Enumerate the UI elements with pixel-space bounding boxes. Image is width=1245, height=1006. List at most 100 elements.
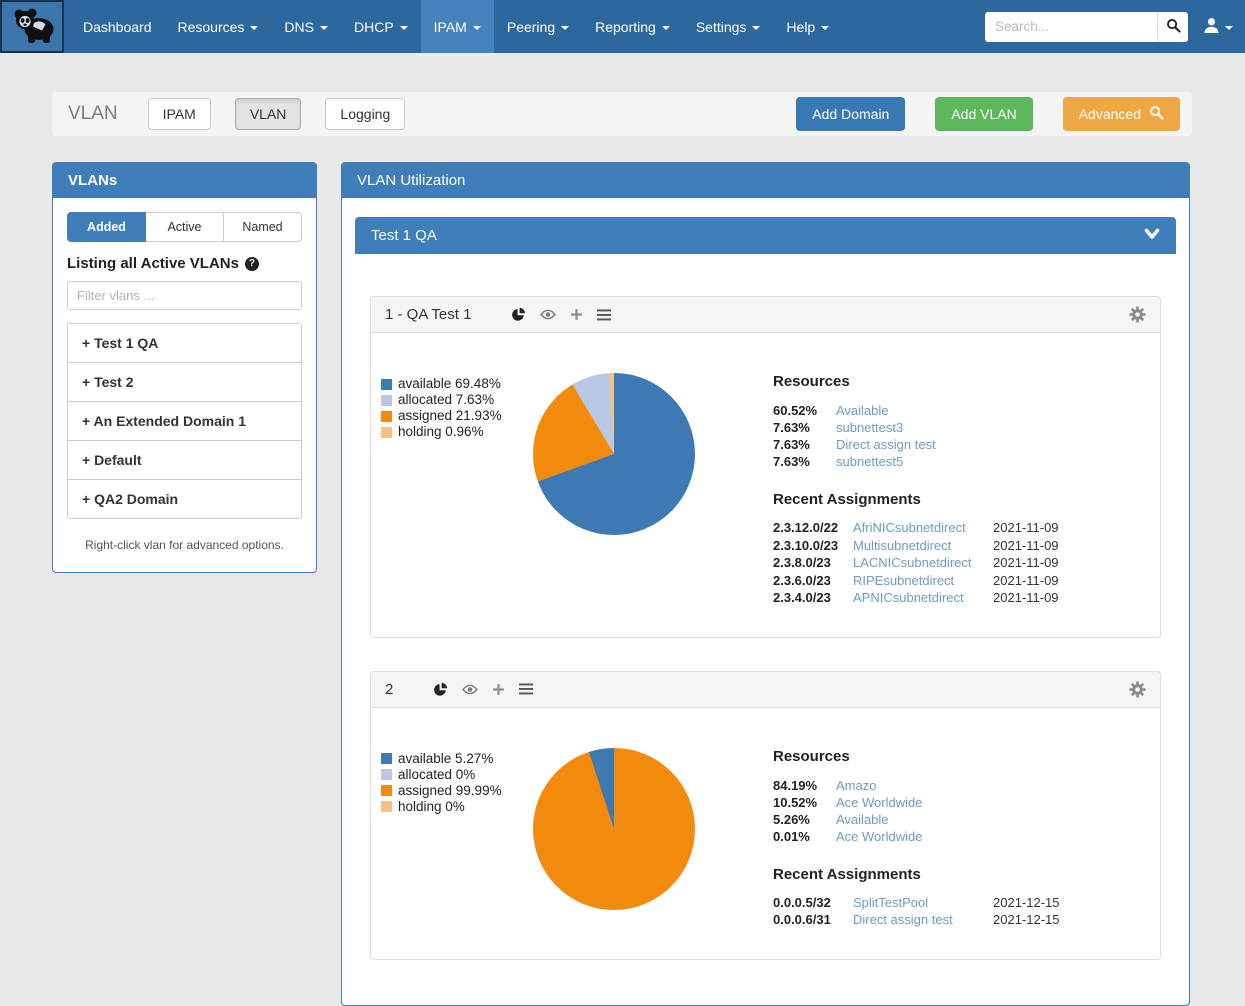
- page-title: VLAN: [68, 103, 118, 125]
- assignment-link[interactable]: RIPEsubnetdirect: [853, 572, 983, 590]
- nav-item-dhcp[interactable]: DHCP: [341, 0, 421, 53]
- menu-icon[interactable]: [519, 683, 533, 695]
- assignment-link[interactable]: AfriNICsubnetdirect: [853, 519, 983, 537]
- vlan-list: + Test 1 QA+ Test 2+ An Extended Domain …: [67, 323, 302, 519]
- resource-link[interactable]: Available: [836, 811, 1060, 828]
- assignment-cidr: 2.3.8.0/23: [773, 554, 843, 572]
- chevron-down-icon: [250, 26, 258, 30]
- assignments-list: 2.3.12.0/22AfriNICsubnetdirect2021-11-09…: [773, 519, 1059, 607]
- eye-icon[interactable]: [540, 309, 556, 320]
- nav-item-label: IPAM: [434, 19, 467, 35]
- tab-added[interactable]: Added: [67, 212, 146, 242]
- resource-link[interactable]: subnettest3: [836, 419, 1059, 436]
- assignment-link[interactable]: Direct assign test: [853, 911, 983, 929]
- tab-active[interactable]: Active: [146, 212, 224, 242]
- resource-percent: 7.63%: [773, 436, 823, 453]
- resource-link[interactable]: Available: [836, 402, 1059, 419]
- assignment-date: 2021-11-09: [993, 572, 1059, 590]
- domain-section: Test 1 QA 1 - QA Test 1available 69.48%a…: [355, 217, 1176, 985]
- chevron-down-icon: [1225, 26, 1233, 30]
- main-nav: Dashboard ResourcesDNSDHCP IPAM PeeringRepo…: [70, 0, 842, 53]
- nav-item-label: Settings: [696, 19, 747, 35]
- question-circle-icon[interactable]: ?: [245, 257, 259, 271]
- pie-chart-icon[interactable]: [511, 307, 526, 322]
- menu-icon[interactable]: [597, 309, 611, 321]
- tab-ipam[interactable]: IPAM: [148, 98, 211, 130]
- assignment-row: 2.3.8.0/23LACNICsubnetdirect2021-11-09: [773, 554, 1059, 572]
- assignment-link[interactable]: APNICsubnetdirect: [853, 589, 983, 607]
- gear-icon[interactable]: [1129, 306, 1146, 323]
- legend-item: holding 0.96%: [381, 424, 533, 440]
- nav-item-help[interactable]: Help: [773, 0, 842, 53]
- chevron-down-icon: [473, 26, 481, 30]
- chart-panels: 1 - QA Test 1available 69.48%allocated 7…: [355, 254, 1176, 985]
- listing-heading: Listing all Active VLANs ?: [67, 255, 302, 272]
- nav-item-label: Dashboard: [83, 19, 152, 35]
- pie-chart[interactable]: [533, 373, 695, 535]
- nav-item-reporting[interactable]: Reporting: [582, 0, 683, 53]
- plus-icon[interactable]: [570, 308, 583, 321]
- chevron-down-icon[interactable]: [1144, 227, 1160, 244]
- nav-item-dns[interactable]: DNS: [271, 0, 341, 53]
- vlan-list-item[interactable]: + Default: [68, 440, 301, 479]
- resources-heading: Resources: [773, 748, 1060, 765]
- chevron-down-icon: [752, 26, 760, 30]
- assignment-link[interactable]: LACNICsubnetdirect: [853, 554, 983, 572]
- content-area: VLANs Added Active Named Listing all Act…: [52, 162, 1190, 1006]
- tab-vlan[interactable]: VLAN: [235, 98, 302, 130]
- global-search: [985, 12, 1188, 42]
- resource-link[interactable]: Ace Worldwide: [836, 794, 1060, 811]
- gear-icon[interactable]: [1129, 681, 1146, 698]
- resource-link[interactable]: Amazo: [836, 777, 1060, 794]
- resource-row: 7.63%subnettest3: [773, 419, 1059, 436]
- search-button[interactable]: [1157, 12, 1188, 42]
- app-logo[interactable]: [0, 0, 64, 53]
- search-input[interactable]: [985, 12, 1157, 42]
- vlan-list-item[interactable]: + Test 2: [68, 362, 301, 401]
- assignment-date: 2021-11-09: [993, 519, 1059, 537]
- add-vlan-button[interactable]: Add VLAN: [935, 97, 1032, 131]
- resource-link[interactable]: Direct assign test: [836, 436, 1059, 453]
- nav-item-ipam[interactable]: IPAM: [421, 0, 494, 53]
- nav-item-dashboard[interactable]: Dashboard: [70, 0, 165, 53]
- assignment-row: 2.3.4.0/23APNICsubnetdirect2021-11-09: [773, 589, 1059, 607]
- pie-chart-icon[interactable]: [433, 682, 448, 697]
- resource-percent: 7.63%: [773, 453, 823, 470]
- nav-item-peering[interactable]: Peering: [494, 0, 582, 53]
- resource-link[interactable]: subnettest5: [836, 453, 1059, 470]
- assignment-date: 2021-12-15: [993, 911, 1060, 929]
- assignment-cidr: 2.3.10.0/23: [773, 537, 843, 555]
- legend-label: assigned 21.93%: [398, 408, 502, 424]
- legend-swatch-icon: [381, 395, 392, 406]
- vlan-list-item[interactable]: + QA2 Domain: [68, 479, 301, 518]
- chart-panel-title: 2: [385, 681, 393, 698]
- vlan-list-item[interactable]: + Test 1 QA: [68, 324, 301, 362]
- nav-item-resources[interactable]: Resources: [165, 0, 272, 53]
- plus-icon[interactable]: [492, 683, 505, 696]
- resource-row: 84.19%Amazo: [773, 777, 1060, 794]
- filter-vlans-input[interactable]: [67, 281, 302, 310]
- legend-item: available 5.27%: [381, 751, 533, 767]
- vlan-filter-tabs: Added Active Named: [67, 212, 302, 242]
- domain-header[interactable]: Test 1 QA: [355, 217, 1176, 254]
- utilization-chart-panel: 1 - QA Test 1available 69.48%allocated 7…: [370, 296, 1161, 638]
- assignment-link[interactable]: Multisubnetdirect: [853, 537, 983, 555]
- chart-details: Resources60.52%Available7.63%subnettest3…: [773, 373, 1059, 607]
- vlans-sidebar-panel: VLANs Added Active Named Listing all Act…: [52, 162, 317, 573]
- legend-label: holding 0%: [398, 799, 465, 815]
- advanced-button[interactable]: Advanced: [1063, 97, 1180, 131]
- user-menu[interactable]: [1203, 17, 1233, 37]
- tab-logging[interactable]: Logging: [325, 98, 405, 130]
- resource-link[interactable]: Ace Worldwide: [836, 828, 1060, 845]
- assignment-date: 2021-11-09: [993, 537, 1059, 555]
- panda-logo-icon: [9, 6, 55, 47]
- add-domain-button[interactable]: Add Domain: [796, 97, 905, 131]
- chart-toolbar: [433, 682, 533, 697]
- pie-chart[interactable]: [533, 748, 695, 910]
- vlan-list-item[interactable]: + An Extended Domain 1: [68, 401, 301, 440]
- eye-icon[interactable]: [462, 684, 478, 695]
- legend-label: available 69.48%: [398, 376, 501, 392]
- tab-named[interactable]: Named: [224, 212, 302, 242]
- nav-item-settings[interactable]: Settings: [683, 0, 774, 53]
- assignment-link[interactable]: SplitTestPool: [853, 894, 983, 912]
